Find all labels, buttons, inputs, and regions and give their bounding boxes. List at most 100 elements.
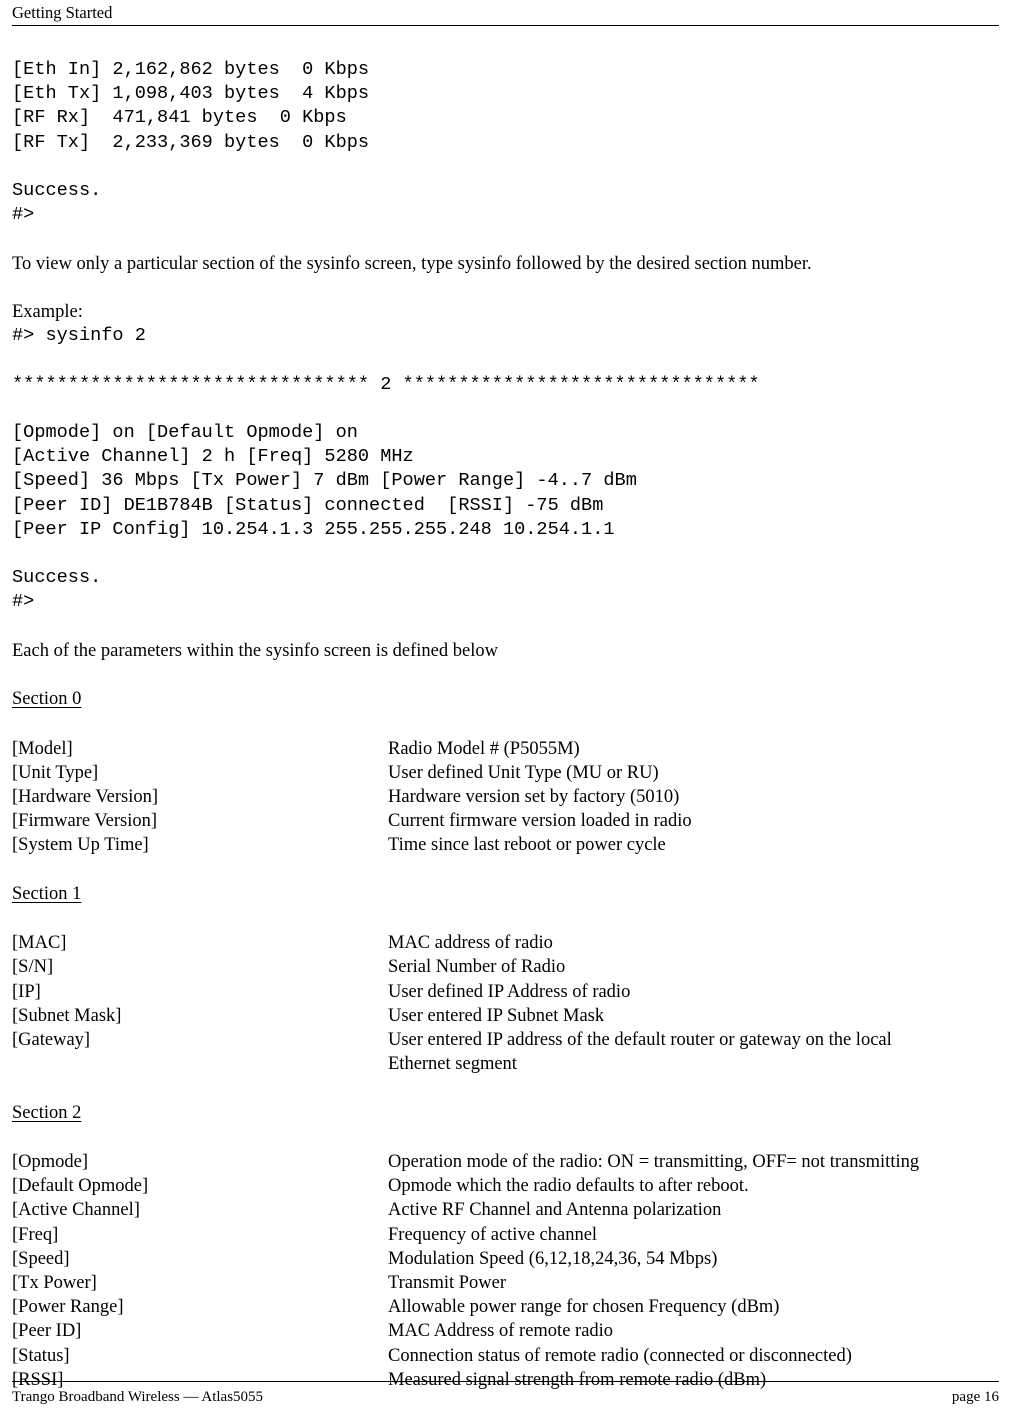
sysinfo-output-line: [Speed] 36 Mbps [Tx Power] 7 dBm [Power … xyxy=(12,470,637,492)
definition-term: [IP] xyxy=(12,981,41,1002)
definition-row: [Subnet Mask] User entered IP Subnet Mas… xyxy=(12,1004,999,1028)
definition-description: User entered IP address of the default r… xyxy=(388,1029,892,1075)
sysinfo-output-line: [Peer IP Config] 10.254.1.3 255.255.255.… xyxy=(12,518,615,540)
definition-row: [S/N] Serial Number of Radio xyxy=(12,955,999,979)
definition-row: [Default Opmode] Opmode which the radio … xyxy=(12,1174,999,1198)
definition-description: Opmode which the radio defaults to after… xyxy=(388,1176,749,1197)
header-divider xyxy=(12,25,999,26)
definition-row: [Opmode] Operation mode of the radio: ON… xyxy=(12,1150,999,1174)
intro-paragraph: To view only a particular section of the… xyxy=(12,253,812,274)
definition-term: [System Up Time] xyxy=(12,835,149,856)
definition-row: [Hardware Version] Hardware version set … xyxy=(12,785,999,809)
terminal-stat-line: [RF Tx] 2,233,369 bytes 0 Kbps xyxy=(12,131,370,153)
definition-description: User defined Unit Type (MU or RU) xyxy=(388,762,659,783)
definition-term: [Status] xyxy=(12,1345,70,1366)
terminal-prompt: #> xyxy=(12,204,35,226)
definition-row: [Gateway] User entered IP address of the… xyxy=(12,1028,999,1076)
definition-row: [Tx Power] Transmit Power xyxy=(12,1271,999,1295)
example-command: #> sysinfo 2 xyxy=(12,325,146,347)
definition-description: Connection status of remote radio (conne… xyxy=(388,1345,852,1366)
definition-term: [Power Range] xyxy=(12,1297,124,1318)
section-0-heading: Section 0 xyxy=(12,689,82,710)
definition-row: [Firmware Version] Current firmware vers… xyxy=(12,809,999,833)
section-2-heading: Section 2 xyxy=(12,1102,82,1123)
definition-row: [MAC] MAC address of radio xyxy=(12,931,999,955)
section-1-heading: Section 1 xyxy=(12,883,82,904)
example-label: Example: xyxy=(12,301,83,322)
definition-term: [Opmode] xyxy=(12,1151,89,1172)
definition-term: [S/N] xyxy=(12,957,54,978)
definition-description: User defined IP Address of radio xyxy=(388,981,631,1002)
definition-row: [Freq] Frequency of active channel xyxy=(12,1223,999,1247)
definitions-intro: Each of the parameters within the sysinf… xyxy=(12,640,498,661)
definition-row: [Unit Type] User defined Unit Type (MU o… xyxy=(12,761,999,785)
page-content: [Eth In] 2,162,862 bytes 0 Kbps [Eth Tx]… xyxy=(12,58,999,1392)
definition-row: [Power Range] Allowable power range for … xyxy=(12,1295,999,1319)
definition-description: Operation mode of the radio: ON = transm… xyxy=(388,1151,920,1172)
definition-row: [IP] User defined IP Address of radio xyxy=(12,980,999,1004)
section-0-heading-wrap: Section 0 xyxy=(12,687,999,712)
definition-description: MAC address of radio xyxy=(388,933,553,954)
section-2-heading-wrap: Section 2 xyxy=(12,1101,999,1126)
definition-term: [Peer ID] xyxy=(12,1321,82,1342)
definition-description: Serial Number of Radio xyxy=(388,957,566,978)
definition-row: [System Up Time] Time since last reboot … xyxy=(12,833,999,857)
definition-row: [Peer ID] MAC Address of remote radio xyxy=(12,1319,999,1343)
footer-page-number: page 16 xyxy=(951,1389,999,1405)
definition-term: [Active Channel] xyxy=(12,1200,140,1221)
sysinfo-prompt: #> xyxy=(12,591,35,613)
definition-description: Transmit Power xyxy=(388,1272,507,1293)
definition-term: [Subnet Mask] xyxy=(12,1005,122,1026)
definition-description: User entered IP Subnet Mask xyxy=(388,1005,605,1026)
definition-description: Time since last reboot or power cycle xyxy=(388,835,666,856)
footer-product-label: Trango Broadband Wireless — Atlas5055 xyxy=(12,1389,264,1405)
header-title: Getting Started xyxy=(12,3,113,22)
sysinfo-separator: ******************************** 2 *****… xyxy=(12,373,760,395)
definition-term: [Gateway] xyxy=(12,1029,91,1050)
terminal-stat-line: [Eth In] 2,162,862 bytes 0 Kbps xyxy=(12,59,370,80)
definition-term: [Speed] xyxy=(12,1248,70,1269)
definition-row: [Speed] Modulation Speed (6,12,18,24,36,… xyxy=(12,1247,999,1271)
document-page: Getting Started [Eth In] 2,162,862 bytes… xyxy=(0,0,1011,1417)
definition-description: Hardware version set by factory (5010) xyxy=(388,786,680,807)
footer-divider xyxy=(12,1381,999,1382)
sysinfo-output-line: [Peer ID] DE1B784B [Status] connected [R… xyxy=(12,494,604,516)
definition-term: [Hardware Version] xyxy=(12,786,159,807)
terminal-stat-line: [Eth Tx] 1,098,403 bytes 4 Kbps xyxy=(12,83,370,105)
definition-term: [Firmware Version] xyxy=(12,811,158,832)
page-footer: Trango Broadband Wireless — Atlas5055 pa… xyxy=(12,1381,999,1407)
definition-description: Radio Model # (P5055M) xyxy=(388,738,580,759)
definition-row: [Model] Radio Model # (P5055M) xyxy=(12,737,999,761)
definition-term: [MAC] xyxy=(12,933,67,954)
section-1-heading-wrap: Section 1 xyxy=(12,882,999,907)
sysinfo-result: Success. xyxy=(12,567,102,589)
definition-description: Active RF Channel and Antenna polarizati… xyxy=(388,1200,722,1221)
definition-description: Frequency of active channel xyxy=(388,1224,598,1245)
definition-term: [Default Opmode] xyxy=(12,1176,149,1197)
definition-row: [Status] Connection status of remote rad… xyxy=(12,1344,999,1368)
terminal-stat-line: [RF Rx] 471,841 bytes 0 Kbps xyxy=(12,107,347,129)
terminal-result: Success. xyxy=(12,180,102,201)
definition-term: [Tx Power] xyxy=(12,1272,97,1293)
page-header: Getting Started xyxy=(12,0,999,30)
footer-row: Trango Broadband Wireless — Atlas5055 pa… xyxy=(12,1387,999,1407)
sysinfo-output-line: [Active Channel] 2 h [Freq] 5280 MHz xyxy=(12,446,414,468)
definition-description: Modulation Speed (6,12,18,24,36, 54 Mbps… xyxy=(388,1248,718,1269)
definition-row: [Active Channel] Active RF Channel and A… xyxy=(12,1198,999,1222)
definition-term: [Model] xyxy=(12,738,73,759)
definition-description: Allowable power range for chosen Frequen… xyxy=(388,1297,780,1318)
definition-description: Current firmware version loaded in radio xyxy=(388,811,692,832)
